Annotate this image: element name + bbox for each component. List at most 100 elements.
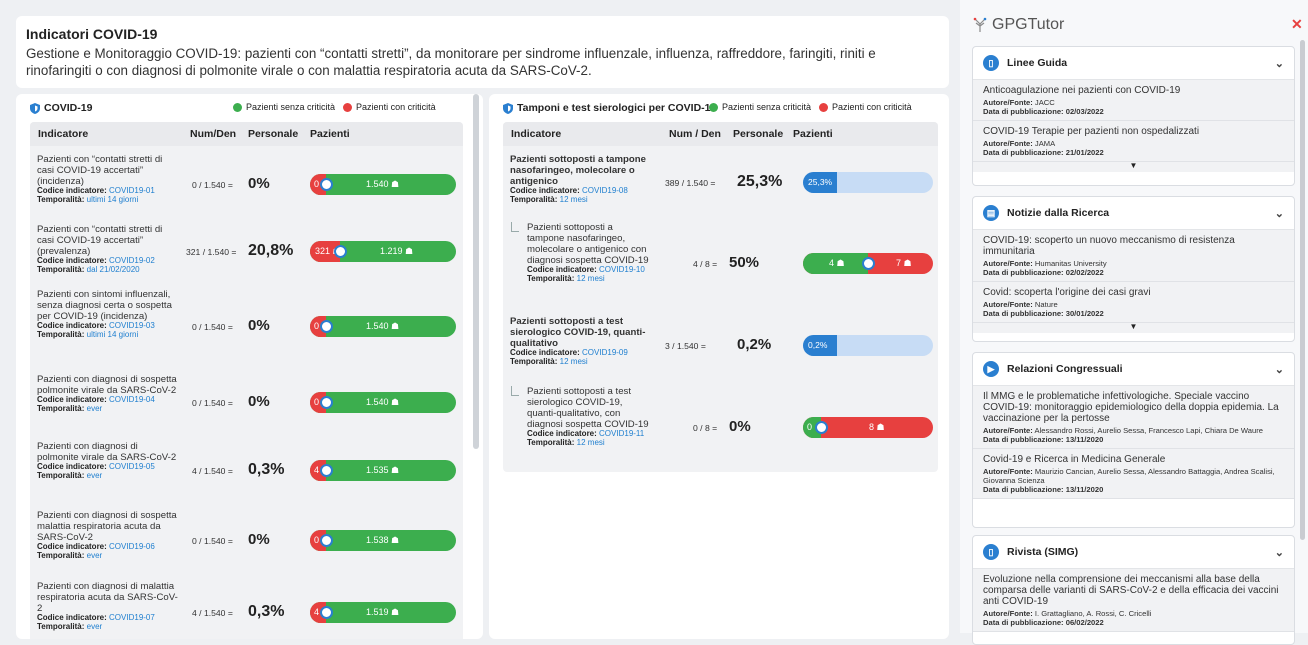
patients-bar[interactable]: 0 8 ☗ [803, 417, 933, 438]
item-author: Autore/Fonte: JAMA [983, 139, 1056, 148]
bar-knob[interactable] [334, 245, 347, 258]
indicator-temporal-value: 12 mesi [576, 437, 605, 447]
patients-bar[interactable]: 0 1.540 ☗ [310, 316, 456, 337]
list-item[interactable]: COVID-19: scoperto un nuovo meccanismo d… [973, 230, 1294, 282]
personal-percentage: 0% [248, 317, 270, 334]
item-author: Autore/Fonte: Alessandro Rossi, Aurelio … [983, 426, 1263, 435]
indicator-table: Indicatore Num / Den Personale Pazienti … [503, 122, 938, 472]
patients-bar[interactable]: 0 1.538 ☗ [310, 530, 456, 551]
indicator-temporal-value: ultimi 14 giorni [86, 329, 139, 339]
indicator-code-link[interactable]: COVID19-09 [582, 348, 628, 357]
section-header[interactable]: ▶ Relazioni Congressuali ⌄ [973, 353, 1294, 386]
show-more-icon[interactable]: ▼ [973, 323, 1294, 333]
panel-title-text: COVID-19 [44, 102, 93, 114]
list-item[interactable]: Covid: scoperta l'origine dei casi gravi… [973, 282, 1294, 323]
bar-knob[interactable] [320, 178, 333, 191]
patients-bar[interactable]: 0 1.540 ☗ [310, 174, 456, 195]
indicator-name: Pazienti con sintomi influenzali, senza … [37, 289, 172, 322]
table-row: Pazienti sottoposti a test sierologico C… [503, 382, 938, 472]
indicator-name: Pazienti con diagnosi di sospetta polmon… [37, 374, 177, 396]
section-title: Relazioni Congressuali [1007, 363, 1123, 375]
num-den: 0 / 1.540 = [192, 398, 233, 408]
patients-bar[interactable]: 0 1.540 ☗ [310, 392, 456, 413]
indicator-code-link[interactable]: COVID19-11 [599, 429, 644, 438]
personal-percentage: 0% [248, 393, 270, 410]
sidebar-scrollbar[interactable] [1300, 40, 1305, 540]
indicator-code-link[interactable]: COVID19-04 [109, 395, 155, 404]
list-item[interactable]: Covid-19 e Ricerca in Medicina Generale A… [973, 449, 1294, 499]
patients-bar[interactable]: 4 ☗1.519 ☗ [310, 602, 456, 623]
table-row: Pazienti sottoposti a tampone nasofaring… [503, 150, 938, 214]
bar-green-label: 1.540 ☗ [366, 179, 400, 189]
item-date: Data di pubblicazione: 02/02/2022 [983, 268, 1104, 277]
subrow-connector [511, 222, 519, 232]
panel-title-text: Tamponi e test sierologici per COVID-19 [517, 102, 717, 114]
indicator-code-link[interactable]: COVID19-07 [109, 613, 155, 622]
col-pazienti: Pazienti [793, 128, 833, 140]
indicator-name: Pazienti con diagnosi di sospetta malatt… [37, 510, 177, 543]
chevron-down-icon[interactable]: ⌄ [1275, 57, 1284, 70]
section-header[interactable]: ▤ Notizie dalla Ricerca ⌄ [973, 197, 1294, 230]
patients-bar[interactable]: 25,3% [803, 172, 933, 193]
indicator-temporal-value: 12 mesi [559, 356, 588, 366]
patients-bar[interactable]: 0,2% [803, 335, 933, 356]
list-item[interactable]: Il MMG e le problematiche infettivologic… [973, 386, 1294, 449]
personal-percentage: 0% [248, 175, 270, 192]
personal-percentage: 0% [729, 418, 751, 435]
panel-title: COVID-19 [30, 102, 92, 114]
list-item[interactable]: Anticoagulazione nei pazienti con COVID-… [973, 80, 1294, 121]
personal-percentage: 20,8% [248, 242, 294, 259]
list-item[interactable]: COVID-19 Terapie per pazienti non ospeda… [973, 121, 1294, 162]
indicator-code-link[interactable]: COVID19-08 [582, 186, 628, 195]
section-rivista-simg-: ▯ Rivista (SIMG) ⌄ Evoluzione nella compren… [972, 535, 1295, 645]
section-header[interactable]: ▯ Linee Guida ⌄ [973, 47, 1294, 80]
tamponi-panel: Tamponi e test sierologici per COVID-19 … [489, 94, 949, 639]
bar-knob[interactable] [815, 421, 828, 434]
list-item[interactable]: Evoluzione nella comprensione dei meccan… [973, 569, 1294, 632]
indicator-temporal: Temporalità: 12 mesi [510, 356, 588, 366]
item-author: Autore/Fonte: JACC [983, 98, 1055, 107]
patients-bar[interactable]: 321 ☗1.219 ☗ [310, 241, 456, 262]
section-header[interactable]: ▯ Rivista (SIMG) ⌄ [973, 536, 1294, 569]
legend-red: Pazienti con criticità [343, 102, 436, 112]
bar-knob[interactable] [862, 257, 875, 270]
section-body: Anticoagulazione nei pazienti con COVID-… [973, 80, 1294, 172]
indicator-code-link[interactable]: COVID19-06 [109, 542, 155, 551]
bar-red-label: 0 [314, 179, 320, 189]
patients-bar[interactable]: 4 ☗ 7 ☗ [803, 253, 933, 274]
patients-bar[interactable]: 4 ☗1.535 ☗ [310, 460, 456, 481]
chevron-down-icon[interactable]: ⌄ [1275, 546, 1284, 559]
bar-knob[interactable] [320, 320, 333, 333]
section-title: Notizie dalla Ricerca [1007, 207, 1110, 219]
indicator-code-link[interactable]: COVID19-05 [109, 462, 155, 471]
show-more-icon[interactable]: ▼ [973, 162, 1294, 172]
col-personale: Personale [733, 128, 784, 140]
brand-logo: GPGTutor [972, 16, 1064, 34]
item-date: Data di pubblicazione: 13/11/2020 [983, 485, 1104, 494]
table-header: Indicatore Num/Den Personale Pazienti [30, 122, 463, 146]
panel-scrollbar[interactable] [473, 94, 479, 449]
num-den: 3 / 1.540 = [665, 341, 706, 351]
item-date: Data di pubblicazione: 06/02/2022 [983, 618, 1104, 627]
chevron-down-icon[interactable]: ⌄ [1275, 207, 1284, 220]
indicator-code-link[interactable]: COVID19-10 [599, 265, 645, 274]
indicator-temporal-value: ever [86, 470, 103, 480]
bar-red-label: 8 ☗ [869, 422, 885, 432]
personal-percentage: 50% [729, 254, 760, 271]
bar-label: 25,3% [808, 177, 833, 187]
legend-green: Pazienti senza criticità [233, 102, 335, 112]
item-author: Autore/Fonte: Maurizio Cancian, Aurelio … [983, 467, 1275, 485]
bar-knob[interactable] [320, 396, 333, 409]
page-description: Gestione e Monitoraggio COVID-19: pazien… [26, 46, 876, 78]
col-numden: Num/Den [190, 128, 237, 140]
legend-green: Pazienti senza criticità [709, 102, 811, 112]
subrow-connector [511, 386, 519, 396]
bar-green-label: 1.519 ☗ [366, 607, 400, 617]
close-icon[interactable]: ✕ [1291, 16, 1303, 33]
bar-knob[interactable] [320, 534, 333, 547]
bar-knob[interactable] [320, 606, 333, 619]
chevron-down-icon[interactable]: ⌄ [1275, 363, 1284, 376]
brand-name: GPGTutor [992, 16, 1065, 33]
bar-knob[interactable] [320, 464, 333, 477]
indicator-temporal: Temporalità: 12 mesi [527, 273, 605, 283]
